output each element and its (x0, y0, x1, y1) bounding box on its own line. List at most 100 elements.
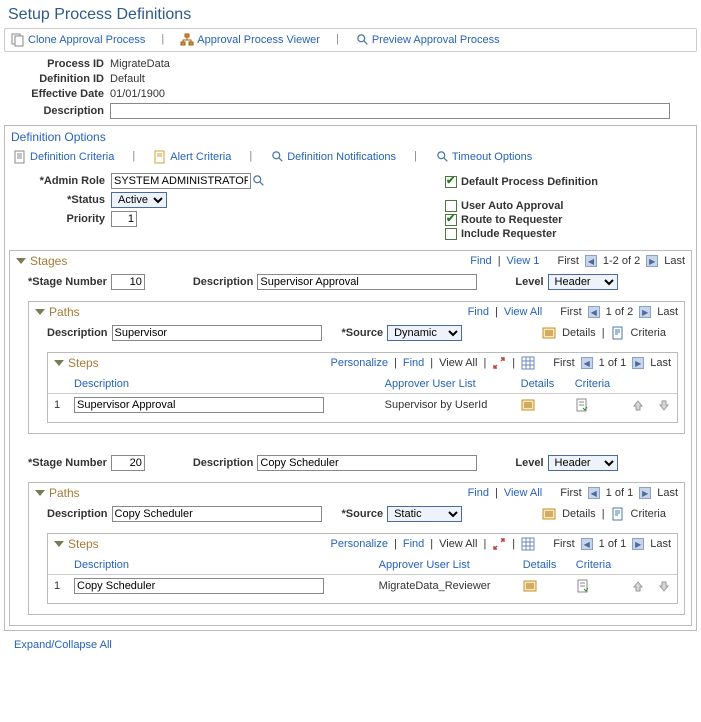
criteria-link[interactable]: Criteria (631, 327, 666, 339)
definition-criteria-tab[interactable]: Definition Criteria (13, 150, 114, 164)
expand-collapse-link[interactable]: Expand/Collapse All (4, 631, 122, 659)
steps-collapse-icon[interactable] (54, 541, 64, 547)
path-desc-input[interactable] (112, 506, 322, 522)
move-up-icon[interactable] (631, 579, 645, 593)
path-source-select[interactable]: Static (387, 506, 462, 522)
details-icon[interactable] (523, 579, 537, 593)
stages-block: Stages Find | View 1 First ◀ 1-2 of 2 ▶ … (9, 250, 692, 626)
zoom-icon[interactable] (492, 537, 506, 551)
criteria-icon[interactable] (611, 326, 625, 340)
steps-next-button[interactable]: ▶ (632, 357, 644, 369)
status-label: Status (11, 194, 111, 206)
col-description[interactable]: Description (68, 375, 379, 394)
stage-number-label: *Stage Number (28, 276, 107, 288)
col-criteria[interactable]: Criteria (569, 375, 625, 394)
paths-pager: 1 of 1 (606, 487, 634, 499)
level-select[interactable]: Header (548, 274, 618, 290)
path-desc-input[interactable] (112, 325, 322, 341)
definition-notifications-tab[interactable]: Definition Notifications (270, 150, 396, 164)
approval-viewer-link[interactable]: Approval Process Viewer (180, 33, 320, 47)
clone-approval-link[interactable]: Clone Approval Process (11, 33, 145, 47)
search-icon (272, 151, 284, 163)
col-criteria[interactable]: Criteria (570, 556, 625, 575)
move-down-icon[interactable] (657, 579, 671, 593)
stage-number-input[interactable] (111, 455, 145, 471)
steps-personalize-link[interactable]: Personalize (331, 357, 388, 369)
steps-title: Steps (68, 356, 99, 370)
steps-prev-button[interactable]: ◀ (581, 538, 593, 550)
level-label: Level (515, 457, 543, 469)
stage-description-input[interactable] (257, 455, 477, 471)
stages-find-link[interactable]: Find (470, 255, 491, 267)
stages-view1-link[interactable]: View 1 (507, 255, 540, 267)
include-requester-checkbox[interactable] (445, 228, 457, 240)
clone-icon (11, 33, 25, 47)
move-down-icon[interactable] (657, 398, 671, 412)
stage-description-input[interactable] (257, 274, 477, 290)
col-details[interactable]: Details (517, 556, 570, 575)
header-form: Process ID MigrateData Definition ID Def… (4, 58, 697, 119)
status-select[interactable]: Active (111, 192, 167, 208)
default-process-checkbox[interactable] (445, 176, 457, 188)
details-icon[interactable] (542, 326, 556, 340)
path-source-select[interactable]: Dynamic (387, 325, 462, 341)
description-label: Description (10, 105, 110, 117)
stage-number-input[interactable] (111, 274, 145, 290)
criteria-link[interactable]: Criteria (631, 508, 666, 520)
details-link[interactable]: Details (562, 327, 596, 339)
step-desc-input[interactable] (74, 578, 324, 594)
paths-collapse-icon[interactable] (35, 309, 45, 315)
paths-collapse-icon[interactable] (35, 490, 45, 496)
steps-find-link[interactable]: Find (403, 357, 424, 369)
steps-collapse-icon[interactable] (54, 360, 64, 366)
col-description[interactable]: Description (68, 556, 373, 575)
row-num: 1 (48, 575, 68, 598)
paths-next-button[interactable]: ▶ (639, 487, 651, 499)
paths-block: Paths Find | View All First ◀ 1 of 2 ▶ L… (28, 301, 685, 434)
criteria-icon[interactable] (611, 507, 625, 521)
admin-role-input[interactable] (111, 173, 251, 189)
grid-download-icon[interactable] (521, 356, 535, 370)
route-requester-checkbox[interactable] (445, 214, 457, 226)
steps-prev-button[interactable]: ◀ (581, 357, 593, 369)
description-input[interactable] (110, 103, 670, 119)
steps-table: Description Approver User List Details C… (48, 556, 677, 597)
paths-find-link[interactable]: Find (468, 306, 489, 318)
paths-find-link[interactable]: Find (468, 487, 489, 499)
move-up-icon[interactable] (631, 398, 645, 412)
paths-next-button[interactable]: ▶ (639, 306, 651, 318)
details-link[interactable]: Details (562, 508, 596, 520)
stages-prev-button[interactable]: ◀ (585, 255, 597, 267)
process-id-value: MigrateData (110, 58, 170, 70)
steps-find-link[interactable]: Find (403, 538, 424, 550)
paths-viewall-link[interactable]: View All (504, 306, 542, 318)
user-auto-checkbox[interactable] (445, 200, 457, 212)
paths-viewall-link[interactable]: View All (504, 487, 542, 499)
priority-input[interactable] (111, 211, 137, 227)
criteria-icon[interactable] (575, 398, 589, 412)
paths-prev-button[interactable]: ◀ (588, 306, 600, 318)
include-requester-label: Include Requester (461, 228, 556, 240)
col-approver[interactable]: Approver User List (379, 375, 515, 394)
zoom-icon[interactable] (492, 356, 506, 370)
criteria-icon[interactable] (576, 579, 590, 593)
grid-download-icon[interactable] (521, 537, 535, 551)
timeout-options-tab[interactable]: Timeout Options (435, 150, 532, 164)
details-icon[interactable] (521, 398, 535, 412)
paths-prev-button[interactable]: ◀ (588, 487, 600, 499)
stages-next-button[interactable]: ▶ (646, 255, 658, 267)
details-icon[interactable] (542, 507, 556, 521)
priority-label: Priority (11, 213, 111, 225)
col-approver[interactable]: Approver User List (373, 556, 517, 575)
col-details[interactable]: Details (515, 375, 569, 394)
alert-criteria-tab[interactable]: Alert Criteria (153, 150, 231, 164)
stages-collapse-icon[interactable] (16, 258, 26, 264)
level-select[interactable]: Header (548, 455, 618, 471)
preview-approval-link[interactable]: Preview Approval Process (355, 33, 500, 47)
steps-next-button[interactable]: ▶ (632, 538, 644, 550)
step-desc-input[interactable] (74, 397, 324, 413)
steps-personalize-link[interactable]: Personalize (331, 538, 388, 550)
lookup-icon[interactable] (253, 175, 265, 187)
separator: | (336, 33, 339, 47)
separator: | (161, 33, 164, 47)
